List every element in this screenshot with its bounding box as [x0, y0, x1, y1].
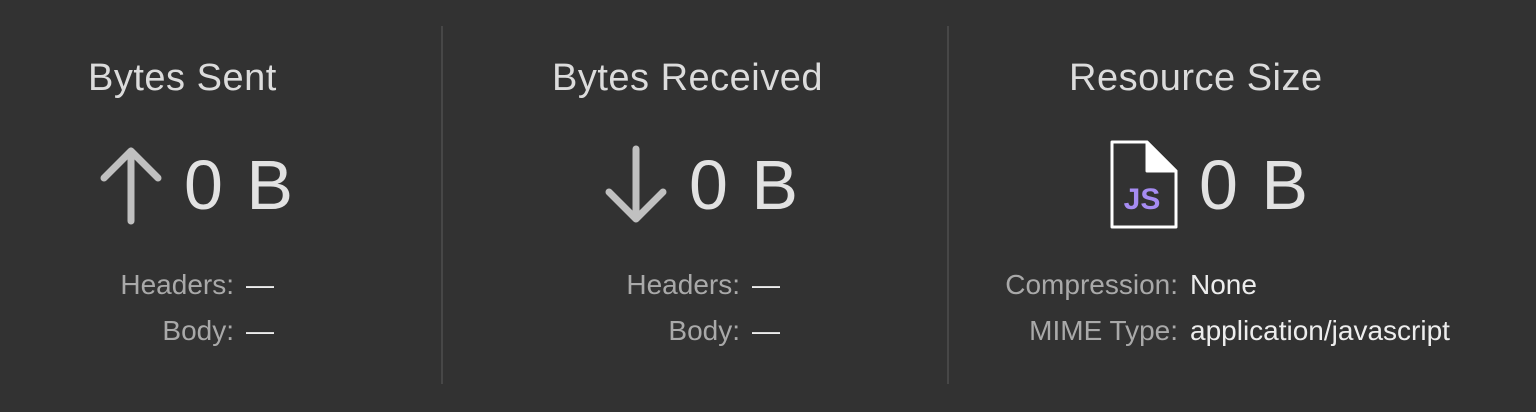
js-file-icon-label: JS [1124, 183, 1161, 216]
bytes-sent-title: Bytes Sent [88, 57, 277, 99]
bytes-received-details: Headers: — Body: — [604, 262, 780, 354]
received-body-label: Body: [668, 315, 740, 346]
sent-body-label: Body: [162, 315, 234, 346]
mime-type-row: MIME Type: application/javascript [981, 308, 1450, 354]
bytes-received-title: Bytes Received [552, 57, 824, 99]
resource-size-details: Compression: None MIME Type: application… [981, 262, 1450, 354]
received-headers-label: Headers: [626, 269, 740, 300]
bytes-received-panel: Bytes Received 0 B Headers: — Body: — [443, 0, 949, 412]
sent-headers-value: — [246, 269, 274, 300]
compression-label: Compression: [1005, 269, 1178, 300]
bytes-sent-details: Headers: — Body: — [98, 262, 274, 354]
received-headers-value: — [752, 269, 780, 300]
bytes-sent-total: 0 B [98, 140, 295, 230]
bytes-sent-panel: Bytes Sent 0 B Headers: — Body: — [0, 0, 443, 412]
sent-body-row: Body: — [98, 308, 274, 354]
received-body-value: — [752, 315, 780, 346]
sent-headers-label: Headers: [120, 269, 234, 300]
mime-type-label: MIME Type: [1029, 315, 1178, 346]
arrow-down-icon [605, 145, 667, 223]
received-headers-row: Headers: — [604, 262, 780, 308]
arrow-up-icon [100, 147, 162, 225]
sent-headers-row: Headers: — [98, 262, 274, 308]
resource-size-panel: Resource Size JS 0 B Compression: None M… [949, 0, 1536, 412]
mime-type-value: application/javascript [1190, 315, 1450, 346]
resource-size-total: JS 0 B [1109, 140, 1310, 230]
bytes-received-total: 0 B [603, 140, 800, 230]
sent-body-value: — [246, 315, 274, 346]
js-file-icon: JS [1110, 140, 1178, 229]
resource-size-title: Resource Size [1069, 57, 1323, 99]
bytes-received-value: 0 B [689, 146, 801, 224]
received-body-row: Body: — [604, 308, 780, 354]
compression-value: None [1190, 269, 1257, 300]
compression-row: Compression: None [981, 262, 1450, 308]
resource-size-value: 0 B [1199, 146, 1311, 224]
bytes-sent-value: 0 B [184, 146, 296, 224]
